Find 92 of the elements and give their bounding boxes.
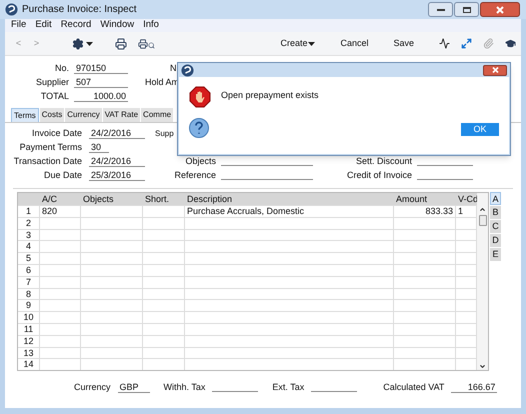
menu-item[interactable]: Info [143,18,159,33]
maximize-button[interactable] [454,2,479,17]
close-icon [496,6,504,14]
column-header: Amount [395,193,428,205]
row-number: 7 [18,276,40,288]
caret-icon [86,42,93,46]
settings-icon [72,38,84,50]
field-label: Reference [173,169,216,182]
column-header: Description [186,193,234,205]
close-button[interactable] [483,64,507,76]
field-label: Credit of Invoice [346,169,412,182]
tab[interactable]: Comme [141,108,174,122]
window-title: Purchase Invoice: Inspect [22,3,137,17]
field-label: Currency [74,381,111,394]
side-tab[interactable]: A [490,192,501,205]
field-label: TOTAL [40,90,69,104]
side-tab[interactable]: C [490,220,501,233]
field-label: Ext. Tax [272,381,304,394]
menu-item[interactable]: File [11,18,26,33]
expand-icon[interactable] [461,38,472,49]
printer-icon[interactable] [115,38,127,50]
input-field[interactable]: 970150 [74,62,128,74]
scroll-thumb[interactable] [478,215,486,226]
input-field[interactable]: 24/2/2016 [89,127,145,140]
table-cell: 1 [458,206,464,216]
input-field[interactable]: 1000.00 [74,90,128,102]
tab[interactable]: Costs [40,108,64,122]
row-number: 2 [18,218,40,229]
field-label: Invoice Date [30,127,82,140]
field-label: Objects [184,155,216,168]
menu-item[interactable]: Edit [35,18,52,33]
field-label: Transaction Date [12,155,82,168]
row-number: 10 [18,312,40,323]
row-number: 4 [18,241,40,252]
column-header: Short. [144,193,170,205]
input-field[interactable]: 507 [74,76,128,88]
menu-item[interactable]: Window [100,18,134,33]
tab[interactable]: Terms [11,108,39,122]
row-number: 5 [18,253,40,264]
toolbar-button[interactable]: Create [280,36,316,50]
print-preview-icon[interactable] [138,38,155,48]
row-number: 1 [18,206,40,217]
row-number: 13 [18,348,40,358]
side-tab[interactable]: D [490,234,501,247]
input-field[interactable]: 30 [89,141,109,154]
field-label: N [170,62,176,76]
column-header: Objects [82,193,115,205]
stop-hand-icon [189,86,211,108]
caret-icon [308,42,316,46]
toolbar-button[interactable]: Cancel [340,36,368,50]
input-field[interactable]: 166.67 [451,381,498,393]
row-number: 11 [18,324,40,335]
dialog-message: Open prepayment exists [221,89,319,102]
input-field[interactable]: 24/2/2016 [89,155,145,168]
field-label: Payment Terms [18,141,82,154]
row-number: 12 [18,336,40,347]
scroll-up-icon[interactable] [479,206,486,213]
side-tab[interactable]: B [490,206,501,219]
row-number: 6 [18,264,40,276]
field-label: Sett. Discount [354,155,412,168]
field-label: Supp [155,128,174,140]
tab[interactable]: Currency [65,108,102,122]
scroll-down-icon[interactable] [479,363,486,370]
table-cell: 833.33 [425,206,453,216]
graduation-cap-icon[interactable] [505,38,516,49]
question-icon [189,118,209,138]
table-cell: 820 [42,206,58,216]
input-field[interactable]: GBP [118,381,150,393]
app-logo-icon [5,3,18,16]
scrollbar[interactable] [477,193,488,370]
toolbar-button[interactable]: Save [393,36,414,50]
row-number: 14 [18,359,40,370]
field-label: Withh. Tax [164,381,206,394]
menu-item[interactable]: Record [60,18,92,33]
column-header: A/C [41,193,58,205]
tab[interactable]: VAT Rate [102,108,140,122]
field-label: Due Date [42,169,82,182]
table-cell: Purchase Accruals, Domestic [187,206,304,216]
minimize-button[interactable] [428,2,453,17]
pulse-icon[interactable] [439,38,450,49]
side-tab[interactable]: E [490,248,501,261]
row-number: 8 [18,288,40,300]
row-number: 9 [18,300,40,312]
close-button[interactable] [480,2,520,17]
ok-button[interactable]: OK [461,123,499,136]
field-label: Calculated VAT [383,381,444,394]
input-field[interactable]: 25/3/2016 [89,169,145,182]
close-icon [492,67,498,73]
row-number: 3 [18,230,40,240]
field-label: No. [54,62,69,76]
field-label: Supplier [34,76,69,90]
settings-button[interactable] [72,38,93,50]
